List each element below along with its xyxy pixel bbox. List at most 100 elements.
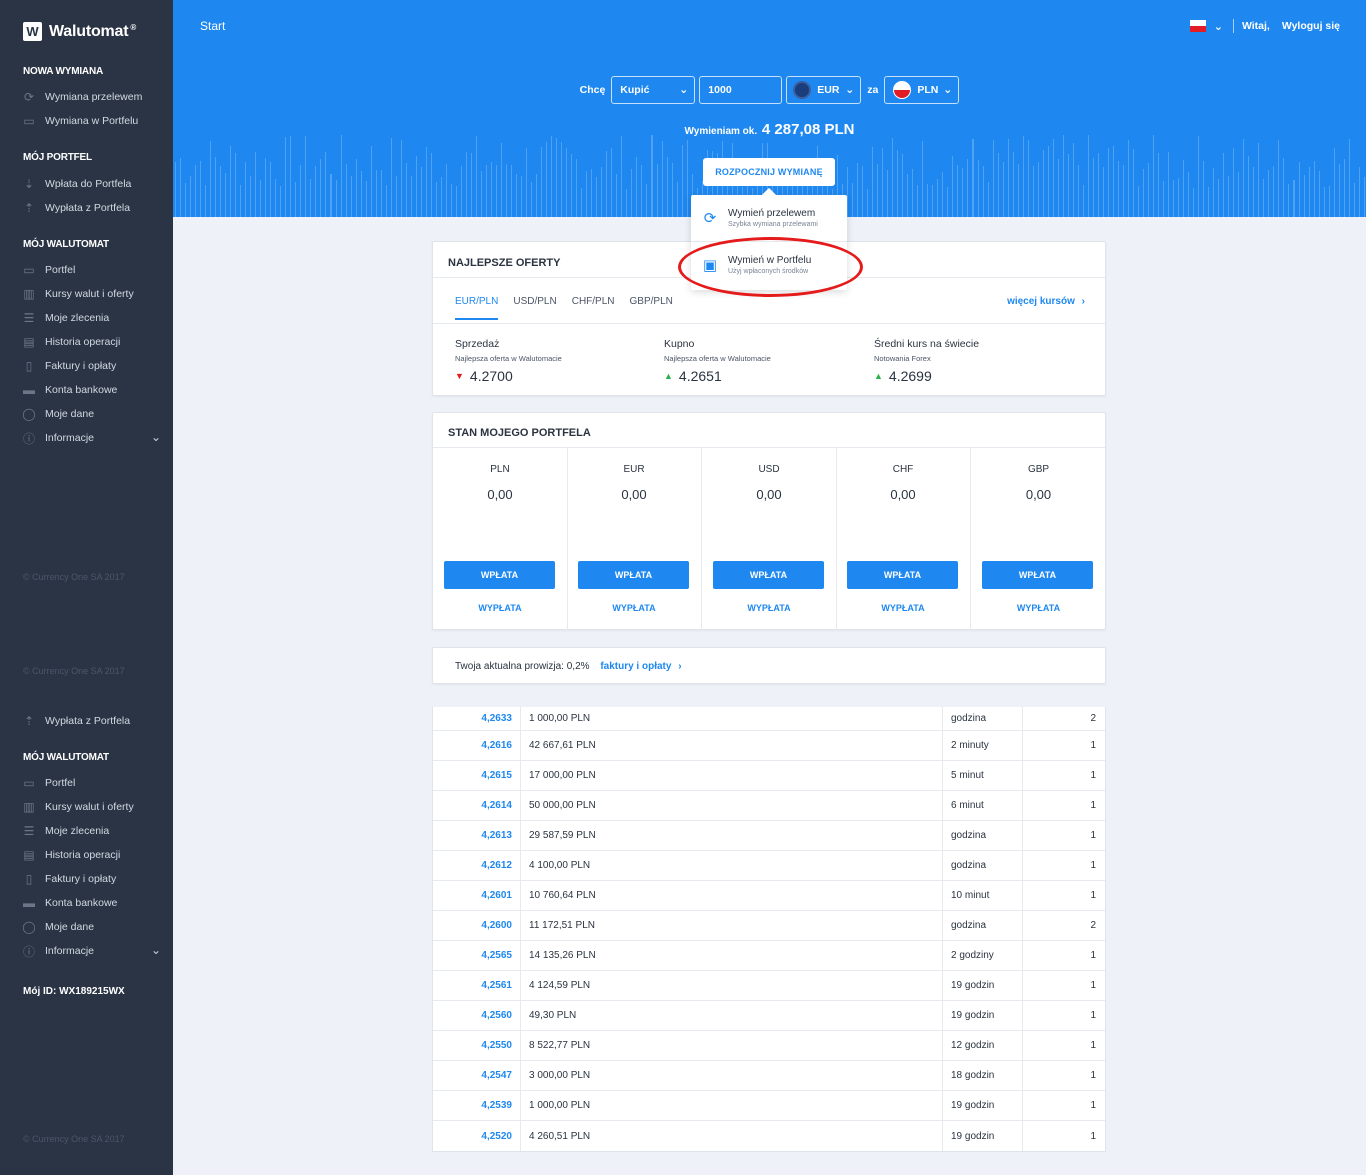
table-row[interactable]: 4,2633 1 000,00 PLN godzina 2	[433, 707, 1105, 731]
decorative-bar	[596, 177, 598, 217]
table-row[interactable]: 4,2615 17 000,00 PLN 5 minut 1	[433, 761, 1105, 791]
table-row[interactable]: 4,2550 8 522,77 PLN 12 godzin 1	[433, 1031, 1105, 1061]
sidebar-item-transfer-exchange[interactable]: ⟳ Wymiana przelewem	[21, 89, 161, 105]
decorative-bar	[972, 139, 974, 217]
decorative-bar	[1198, 136, 1200, 217]
sidebar-item-bank-accounts[interactable]: ▬ Konta bankowe	[21, 382, 161, 398]
action-select[interactable]: Kupić ⌄	[611, 76, 696, 104]
order-amount: 10 760,64 PLN	[521, 881, 943, 910]
decorative-bar	[1313, 161, 1315, 217]
breadcrumb[interactable]: Start	[200, 19, 225, 33]
order-rate[interactable]: 4,2561	[433, 971, 521, 1000]
table-row[interactable]: 4,2612 4 100,00 PLN godzina 1	[433, 851, 1105, 881]
history-icon: ▤	[23, 848, 35, 862]
info-icon: ⓘ	[22, 431, 35, 446]
decorative-bar	[1248, 156, 1250, 217]
sidebar-item-portfel[interactable]: ▭ Portfel	[21, 775, 161, 791]
decorative-bar	[385, 185, 387, 217]
chevron-right-icon: ›	[1081, 296, 1085, 307]
decorative-bar	[1343, 159, 1345, 217]
decorative-bar	[1102, 167, 1104, 217]
order-rate[interactable]: 4,2547	[433, 1061, 521, 1090]
withdraw-link[interactable]: WYPŁATA	[433, 603, 567, 613]
table-row[interactable]: 4,2539 1 000,00 PLN 19 godzin 1	[433, 1091, 1105, 1121]
decorative-bar	[1143, 169, 1145, 217]
currency-to-select[interactable]: PLN ⌄	[884, 76, 960, 104]
sidebar-item-rates[interactable]: ▥ Kursy walut i oferty	[21, 286, 161, 302]
order-rate[interactable]: 4,2539	[433, 1091, 521, 1120]
order-rate[interactable]: 4,2612	[433, 851, 521, 880]
sidebar-item-orders[interactable]: ☰ Moje zlecenia	[21, 823, 161, 839]
sidebar-item-my-data[interactable]: ◯ Moje dane	[21, 919, 161, 935]
deposit-button[interactable]: WPŁATA	[444, 561, 555, 589]
decorative-bar	[646, 184, 648, 217]
invoices-link[interactable]: faktury i opłaty ›	[600, 661, 681, 672]
sidebar-item-info[interactable]: ⓘ Informacje ⌄	[21, 943, 161, 959]
table-row[interactable]: 4,2565 14 135,26 PLN 2 godziny 1	[433, 941, 1105, 971]
sidebar-item-my-data[interactable]: ◯ Moje dane	[21, 406, 161, 422]
table-row[interactable]: 4,2613 29 587,59 PLN godzina 1	[433, 821, 1105, 851]
sidebar-item-info[interactable]: ⓘ Informacje ⌄	[21, 430, 161, 446]
tab-usd-pln[interactable]: USD/PLN	[513, 296, 556, 320]
order-time: godzina	[943, 707, 1023, 730]
deposit-button[interactable]: WPŁATA	[982, 561, 1093, 589]
table-row[interactable]: 4,2616 42 667,61 PLN 2 minuty 1	[433, 731, 1105, 761]
decorative-bar	[375, 170, 377, 217]
deposit-button[interactable]: WPŁATA	[713, 561, 824, 589]
currency-from-select[interactable]: EUR ⌄	[786, 76, 862, 104]
tab-chf-pln[interactable]: CHF/PLN	[572, 296, 615, 320]
withdraw-link[interactable]: WYPŁATA	[836, 603, 970, 613]
sidebar-item-rates[interactable]: ▥ Kursy walut i oferty	[21, 799, 161, 815]
more-rates-link[interactable]: więcej kursów ›	[1007, 296, 1085, 307]
poland-flag-icon[interactable]	[1189, 20, 1206, 32]
table-row[interactable]: 4,2547 3 000,00 PLN 18 godzin 1	[433, 1061, 1105, 1091]
logout-link[interactable]: Wyloguj się	[1282, 20, 1340, 32]
order-rate[interactable]: 4,2633	[433, 707, 521, 730]
sidebar-item-portfel[interactable]: ▭ Portfel	[21, 262, 161, 278]
tab-eur-pln[interactable]: EUR/PLN	[455, 296, 499, 320]
order-rate[interactable]: 4,2560	[433, 1001, 521, 1030]
sidebar-item-withdraw[interactable]: ⇡ Wypłata z Portfela	[21, 713, 161, 729]
withdraw-link[interactable]: WYPŁATA	[567, 603, 701, 613]
decorative-bar	[531, 182, 533, 217]
withdraw-link[interactable]: WYPŁATA	[971, 603, 1106, 613]
table-row[interactable]: 4,2600 11 172,51 PLN godzina 2	[433, 911, 1105, 941]
sidebar-item-wallet-exchange[interactable]: ▭ Wymiana w Portfelu	[21, 113, 161, 129]
sidebar-item-invoices[interactable]: ▯ Faktury i opłaty	[21, 871, 161, 887]
deposit-button[interactable]: WPŁATA	[578, 561, 689, 589]
table-row[interactable]: 4,2561 4 124,59 PLN 19 godzin 1	[433, 971, 1105, 1001]
dropdown-item-transfer[interactable]: ⟳ Wymień przelewem Szybka wymiana przele…	[691, 195, 847, 241]
order-rate[interactable]: 4,2616	[433, 731, 521, 760]
order-rate[interactable]: 4,2520	[433, 1121, 521, 1151]
order-rate[interactable]: 4,2565	[433, 941, 521, 970]
order-rate[interactable]: 4,2614	[433, 791, 521, 820]
sidebar-item-bank-accounts[interactable]: ▬ Konta bankowe	[21, 895, 161, 911]
sidebar-item-history[interactable]: ▤ Historia operacji	[21, 334, 161, 350]
decorative-bar	[1163, 181, 1165, 217]
chevron-down-icon[interactable]: ⌄	[1214, 20, 1223, 33]
sidebar-item-orders[interactable]: ☰ Moje zlecenia	[21, 310, 161, 326]
sidebar-item-deposit[interactable]: ⇣ Wpłata do Portfela	[21, 176, 161, 192]
poland-flag-icon	[893, 81, 912, 99]
table-row[interactable]: 4,2614 50 000,00 PLN 6 minut 1	[433, 791, 1105, 821]
order-rate[interactable]: 4,2601	[433, 881, 521, 910]
table-row[interactable]: 4,2601 10 760,64 PLN 10 minut 1	[433, 881, 1105, 911]
withdraw-link[interactable]: WYPŁATA	[702, 603, 836, 613]
sidebar-item-history[interactable]: ▤ Historia operacji	[21, 847, 161, 863]
table-row[interactable]: 4,2560 49,30 PLN 19 godzin 1	[433, 1001, 1105, 1031]
order-rate[interactable]: 4,2600	[433, 911, 521, 940]
sidebar-item-invoices[interactable]: ▯ Faktury i opłaty	[21, 358, 161, 374]
logo[interactable]: W Walutomat ®	[23, 22, 136, 41]
amount-input[interactable]: 1000	[699, 76, 783, 104]
order-rate[interactable]: 4,2613	[433, 821, 521, 850]
tab-gbp-pln[interactable]: GBP/PLN	[630, 296, 673, 320]
decorative-bar	[586, 171, 588, 217]
order-rate[interactable]: 4,2615	[433, 761, 521, 790]
table-row[interactable]: 4,2520 4 260,51 PLN 19 godzin 1	[433, 1121, 1105, 1151]
sidebar-item-withdraw[interactable]: ⇡ Wypłata z Portfela	[21, 200, 161, 216]
deposit-button[interactable]: WPŁATA	[847, 561, 958, 589]
start-exchange-button[interactable]: ROZPOCZNIJ WYMIANĘ	[703, 158, 835, 186]
decorative-bar	[1208, 187, 1210, 217]
decorative-bar	[947, 187, 949, 217]
order-rate[interactable]: 4,2550	[433, 1031, 521, 1060]
